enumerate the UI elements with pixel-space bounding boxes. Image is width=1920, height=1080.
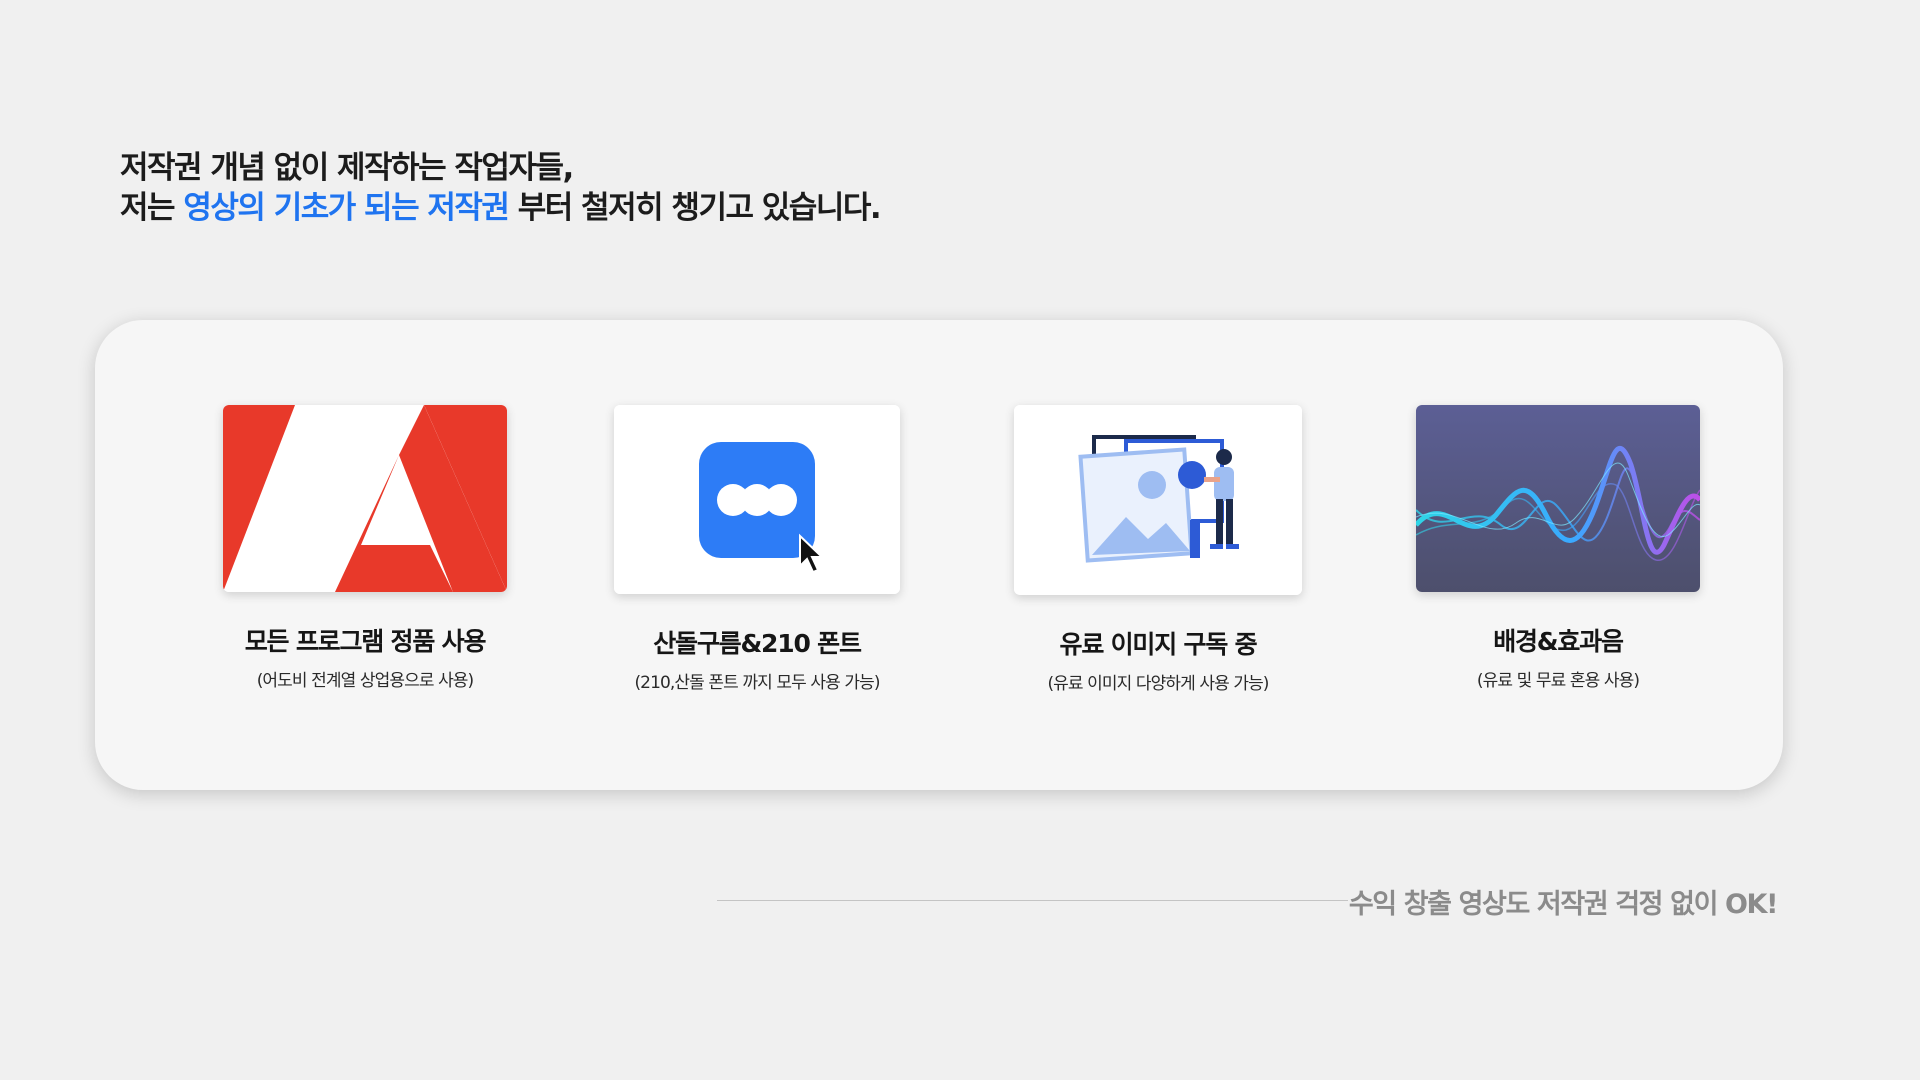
headline-line-2-suffix: 부터 철저히 챙기고 있습니다. xyxy=(508,190,882,226)
feature-card-images: 유료 이미지 구독 중 (유료 이미지 다양하게 사용 가능) xyxy=(1008,405,1308,694)
feature-card-audio: 배경&효과음 (유료 및 무료 혼용 사용) xyxy=(1408,405,1708,691)
image-library-illustration-icon xyxy=(1014,405,1302,595)
feature-desc: (유료 및 무료 혼용 사용) xyxy=(1476,671,1640,691)
sound-wave-icon xyxy=(1416,405,1700,592)
headline-line-2-prefix: 저는 xyxy=(120,190,184,226)
feature-title: 산돌구름&210 폰트 xyxy=(653,629,862,658)
adobe-logo-icon xyxy=(223,405,507,592)
footer-divider xyxy=(717,900,1348,901)
feature-desc: (어도비 전계열 상업용으로 사용) xyxy=(256,671,475,691)
feature-card-software: 모든 프로그램 정품 사용 (어도비 전계열 상업용으로 사용) xyxy=(215,405,515,691)
font-app-icon xyxy=(614,405,900,594)
footer-tagline: 수익 창출 영상도 저작권 걱정 없이 OK! xyxy=(1348,889,1779,920)
features-panel: 모든 프로그램 정품 사용 (어도비 전계열 상업용으로 사용) 산돌구름&21… xyxy=(95,320,1783,790)
feature-desc: (유료 이미지 다양하게 사용 가능) xyxy=(1047,674,1269,694)
feature-title: 유료 이미지 구독 중 xyxy=(1059,630,1258,659)
feature-title: 모든 프로그램 정품 사용 xyxy=(244,627,487,656)
headline-accent: 영상의 기초가 되는 저작권 xyxy=(183,190,510,226)
headline-line-2: 저는 영상의 기초가 되는 저작권 부터 철저히 챙기고 있습니다. xyxy=(120,188,882,228)
headline-line-1: 저작권 개념 없이 제작하는 작업자들, xyxy=(120,150,574,186)
headline: 저작권 개념 없이 제작하는 작업자들, 저는 영상의 기초가 되는 저작권 부… xyxy=(120,148,882,228)
feature-card-fonts: 산돌구름&210 폰트 (210,산돌 폰트 까지 모두 사용 가능) xyxy=(607,405,907,693)
feature-title: 배경&효과음 xyxy=(1493,627,1624,656)
feature-desc: (210,산돌 폰트 까지 모두 사용 가능) xyxy=(634,673,880,693)
